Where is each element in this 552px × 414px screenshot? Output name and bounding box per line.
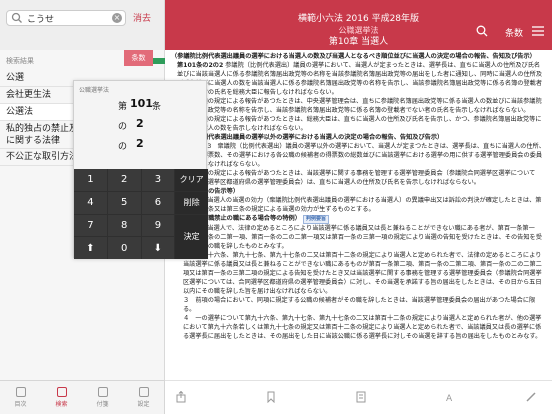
section-heading: （参議院比例代表選出議員の選挙以外の選挙における当選人の決定の場合の報告、告知及… xyxy=(171,134,444,141)
tab-contents[interactable]: 目次 xyxy=(0,381,41,414)
sub-branch-number-value[interactable]: 2 xyxy=(136,137,144,150)
article-body: 参議院（比例代表選出）議員の選挙において、当選人が定まったときは、選挙長は、直ち… xyxy=(177,62,543,96)
content-toolbar: A xyxy=(165,380,552,414)
delete-key[interactable]: 削除 xyxy=(175,191,208,214)
paragraph: ２ 第九十六条、第九十七条、第九十七条の二又は第百十二条の規定により当選人と定め… xyxy=(183,252,542,295)
article-text: 第101条の3 衆議院（比例代表選出）議員の選挙以外の選挙において、当選人が定ま… xyxy=(177,143,545,168)
key-4[interactable]: 4 xyxy=(74,191,107,214)
key-0[interactable]: 0 xyxy=(107,237,141,259)
key-3[interactable]: 3 xyxy=(141,169,175,191)
bookmark-flag-icon xyxy=(153,58,165,64)
svg-text:A: A xyxy=(446,394,453,403)
arrow-up-icon[interactable]: ⬆ xyxy=(74,237,107,259)
branch-number-value[interactable]: 2 xyxy=(136,117,144,130)
enter-key[interactable]: 決定 xyxy=(175,214,208,259)
search-input[interactable]: こうせ × xyxy=(6,10,126,26)
key-1[interactable]: 1 xyxy=(74,169,107,191)
bottom-tab-bar: 目次 検索 付箋 設定 xyxy=(0,380,165,414)
key-2[interactable]: 2 xyxy=(107,169,141,191)
chapter-title: 第10章 当選人 xyxy=(328,37,389,47)
tab-label: 検索 xyxy=(55,401,68,408)
tab-label: 設定 xyxy=(137,401,150,408)
paragraph: ３ 前項の場合において、同項に規定する公職の候補者がその職を辞したときは、当該選… xyxy=(183,297,536,313)
key-8[interactable]: 8 xyxy=(107,214,141,237)
article-suffix: 条 xyxy=(152,102,162,112)
key-9[interactable]: 9 xyxy=(141,214,175,237)
tab-settings[interactable]: 設定 xyxy=(123,381,164,414)
article-text: 第103条 当選人で、法律の定めるところにより当該選挙に係る議員又は長と兼ねるこ… xyxy=(177,225,542,250)
article-number-keypad: 公職選挙法 第 101 条 の 2 の 2 1 2 3 クリア 4 5 6 削除… xyxy=(73,80,208,259)
clear-key[interactable]: クリア xyxy=(175,169,208,191)
branch-label: の xyxy=(118,122,128,132)
keypad-law-label: 公職選挙法 xyxy=(79,87,110,94)
cancel-button[interactable]: 消去 xyxy=(133,11,151,24)
arrow-down-icon[interactable]: ⬇ xyxy=(141,237,175,259)
search-icon xyxy=(56,387,67,397)
pencil-icon[interactable] xyxy=(525,391,537,403)
tab-sticky-notes[interactable]: 付箋 xyxy=(82,381,123,414)
title-bar: 横範小六法 2016 平成28年版 公職選挙法 第10章 当選人 条数 xyxy=(165,0,552,50)
section-heading: （当選人が兼職禁止の職にある場合等の特例） 判例要旨 xyxy=(171,214,546,224)
article-number-value[interactable]: 101 xyxy=(130,97,153,110)
paragraph: ３ 前項の規定による報告があつたときは、総務大臣は、直ちに当選人の住所及び氏名を… xyxy=(183,116,542,132)
note-icon xyxy=(97,387,108,397)
article-text: 第102条 当選人の当選の効力（衆議院比例代表選出議員の選挙における当選人）の異… xyxy=(177,197,542,213)
article-number-button[interactable]: 条数 xyxy=(505,26,523,39)
search-query-text: こうせ xyxy=(27,14,55,25)
keypad-grid: 1 2 3 クリア 4 5 6 削除 7 8 9 決定 ⬆ 0 ⬇ xyxy=(74,169,208,259)
key-5[interactable]: 5 xyxy=(107,191,141,214)
font-size-icon[interactable]: A xyxy=(445,391,457,403)
article-tab[interactable]: 条数 xyxy=(124,50,153,66)
sub-branch-label: の xyxy=(118,142,128,152)
book-icon xyxy=(15,387,26,397)
gear-icon xyxy=(138,387,149,397)
article-text: 第101条の2の2 参議院（比例代表選出）議員の選挙において、当選人が定まったと… xyxy=(171,61,546,97)
search-icon[interactable] xyxy=(475,24,489,38)
note-icon[interactable] xyxy=(355,391,367,403)
paragraph: ２ 前項の規定による報告があつたときは、当該選挙に関する事務を管理する選挙管理委… xyxy=(183,170,536,186)
article-prefix: 第 xyxy=(118,102,128,112)
section-heading: （参議院比例代表選出議員の選挙における当選人の数及び当選人となるべき順位並びに当… xyxy=(171,53,536,60)
app-title: 横範小六法 2016 平成28年版 xyxy=(297,14,420,24)
tab-label: 付箋 xyxy=(96,401,109,408)
bookmark-icon[interactable] xyxy=(265,391,277,403)
top-bar: こうせ × 消去 横範小六法 2016 平成28年版 公職選挙法 第10章 当選… xyxy=(0,0,552,50)
section-heading: （当選人の数の告示等） xyxy=(171,187,546,196)
tab-search[interactable]: 検索 xyxy=(41,381,82,414)
article-number: 第101条の2の2 xyxy=(177,62,224,69)
key-7[interactable]: 7 xyxy=(74,214,107,237)
clear-icon[interactable]: × xyxy=(112,13,122,23)
paragraph: ４ 一の選挙について第九十六条、第九十七条、第九十七条の二又は第百十二条の規定に… xyxy=(183,315,542,340)
case-law-badge[interactable]: 判例要旨 xyxy=(302,215,329,224)
key-6[interactable]: 6 xyxy=(141,191,175,214)
search-bar-area: こうせ × 消去 xyxy=(0,0,165,50)
law-text: （参議院比例代表選出議員の選挙における当選人の数及び当選人となるべき順位並びに当… xyxy=(165,50,552,380)
paragraph: ２ 前項の規定による報告があつたときは、中央選挙管理会は、直ちに参議院名簿届出政… xyxy=(183,98,542,114)
share-icon[interactable] xyxy=(175,391,187,403)
tab-label: 目次 xyxy=(14,401,27,408)
search-icon xyxy=(11,12,22,23)
list-icon[interactable] xyxy=(531,25,545,37)
